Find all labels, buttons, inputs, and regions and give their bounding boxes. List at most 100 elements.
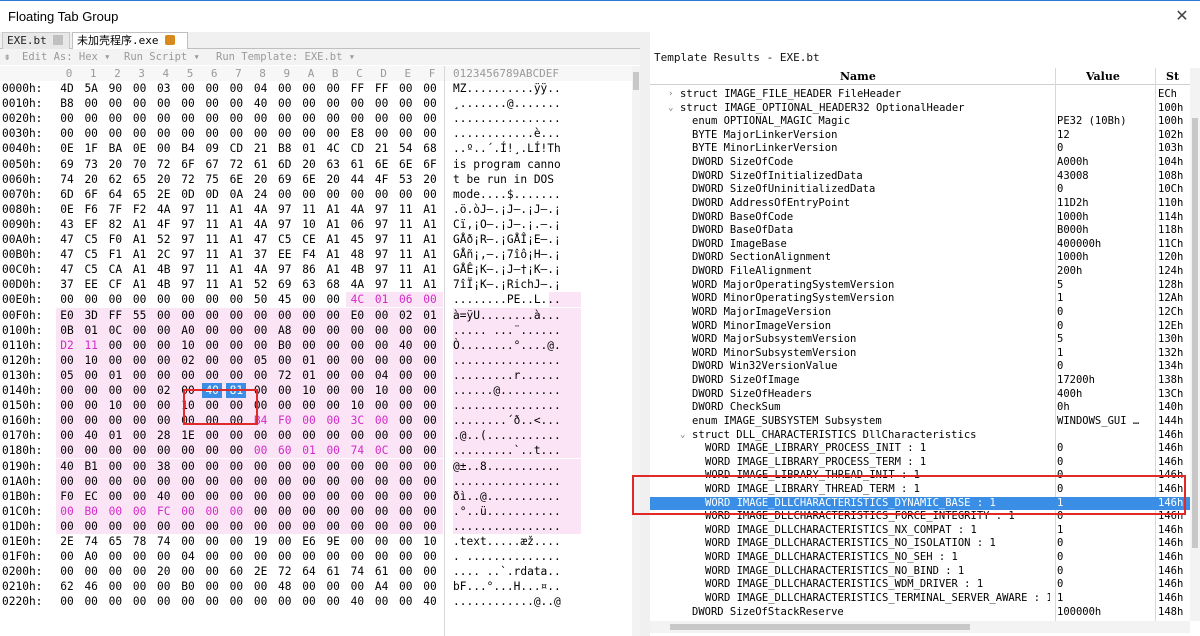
hex-byte[interactable]: 00 (202, 111, 222, 126)
hex-byte[interactable]: 00 (420, 489, 440, 504)
template-field-value[interactable]: A000h (1057, 156, 1152, 170)
hex-byte[interactable]: 75 (202, 172, 222, 187)
hex-byte[interactable]: A1 (226, 232, 246, 247)
hex-byte[interactable]: 00 (347, 549, 367, 564)
hex-byte[interactable]: 00 (372, 338, 392, 353)
ascii-text[interactable]: ..º..´.Í!¸.LÍ!Th (453, 141, 581, 156)
hex-byte[interactable]: 00 (299, 81, 319, 96)
hex-byte[interactable]: 00 (130, 519, 150, 534)
hex-byte[interactable]: 78 (130, 534, 150, 549)
template-row[interactable]: WORD IMAGE_DLLCHARACTERISTICS_WDM_DRIVER… (650, 578, 1190, 592)
hex-byte[interactable]: 97 (178, 277, 198, 292)
hex-byte[interactable]: 00 (202, 368, 222, 383)
hex-byte[interactable]: 00 (299, 338, 319, 353)
hex-byte[interactable]: 4A (154, 202, 174, 217)
hex-byte[interactable]: 00 (323, 398, 343, 413)
hex-byte[interactable]: 00 (154, 474, 174, 489)
hex-byte[interactable]: 00 (372, 126, 392, 141)
hex-byte[interactable]: A1 (420, 202, 440, 217)
template-field-value[interactable]: 0 (1057, 565, 1152, 579)
hex-byte[interactable]: 00 (251, 474, 271, 489)
hex-byte[interactable]: 00 (372, 519, 392, 534)
hex-byte[interactable]: 2E (57, 534, 77, 549)
hex-byte[interactable]: 00 (130, 549, 150, 564)
template-row[interactable]: DWORD SizeOfInitializedData 43008 108h (650, 170, 1190, 184)
ascii-text[interactable]: Cï‚¡O—.¡J—.¡.—.¡ (453, 217, 581, 232)
ascii-text[interactable]: is program canno (453, 157, 581, 172)
hex-byte[interactable]: 37 (251, 247, 271, 262)
hex-byte[interactable]: 11 (396, 232, 416, 247)
ascii-text[interactable]: ........PE..L... (453, 292, 581, 307)
hex-byte[interactable]: 72 (226, 157, 246, 172)
template-row[interactable]: DWORD SectionAlignment 1000h 120h (650, 251, 1190, 265)
hex-byte[interactable]: 24 (251, 187, 271, 202)
hex-byte[interactable]: 00 (202, 459, 222, 474)
hex-byte[interactable]: 43 (57, 217, 77, 232)
ascii-text[interactable]: .text.....æž.... (453, 534, 581, 549)
hex-byte[interactable]: 20 (105, 157, 125, 172)
hex-byte[interactable]: 00 (347, 353, 367, 368)
hex-byte[interactable]: C5 (275, 232, 295, 247)
hex-byte[interactable]: 40 (154, 489, 174, 504)
hex-byte[interactable]: 40 (251, 96, 271, 111)
hex-byte[interactable]: 00 (130, 398, 150, 413)
hex-byte[interactable]: 00 (81, 519, 101, 534)
hex-byte[interactable]: 00 (323, 111, 343, 126)
hex-byte[interactable]: 63 (323, 157, 343, 172)
hex-byte[interactable]: 00 (226, 534, 246, 549)
hex-byte[interactable]: 0E (57, 141, 77, 156)
hex-byte[interactable]: 00 (323, 428, 343, 443)
hex-byte[interactable]: 2C (154, 247, 174, 262)
hex-byte[interactable]: 00 (299, 549, 319, 564)
hex-byte[interactable]: 11 (396, 262, 416, 277)
hex-byte[interactable]: 11 (81, 338, 101, 353)
hex-byte[interactable]: 10 (178, 338, 198, 353)
hex-byte[interactable]: 00 (275, 549, 295, 564)
template-field-value[interactable]: PE32 (10Bh) (1057, 115, 1152, 129)
hex-byte[interactable]: 00 (396, 383, 416, 398)
template-row[interactable]: WORD IMAGE_LIBRARY_PROCESS_TERM : 1 0 146h (650, 456, 1190, 470)
template-row[interactable]: BYTE MajorLinkerVersion 12 102h (650, 129, 1190, 143)
hex-byte[interactable]: 38 (154, 459, 174, 474)
hex-byte[interactable]: 00 (178, 459, 198, 474)
hex-byte[interactable]: 02 (396, 308, 416, 323)
hex-byte[interactable]: 00 (299, 126, 319, 141)
template-row[interactable]: WORD IMAGE_DLLCHARACTERISTICS_NX_COMPAT … (650, 524, 1190, 538)
hex-byte[interactable]: EE (275, 247, 295, 262)
hex-byte[interactable]: 00 (299, 292, 319, 307)
hex-byte[interactable]: 74 (81, 534, 101, 549)
hex-byte[interactable]: 00 (57, 353, 77, 368)
hex-byte[interactable]: 00 (420, 579, 440, 594)
template-field-value[interactable]: 1000h (1057, 211, 1152, 225)
hex-byte[interactable]: 00 (420, 111, 440, 126)
hex-byte[interactable]: A1 (420, 247, 440, 262)
hex-byte[interactable]: 05 (251, 353, 271, 368)
hex-byte[interactable]: 00 (323, 504, 343, 519)
hex-byte[interactable]: 04 (251, 81, 271, 96)
hex-byte[interactable]: A0 (81, 549, 101, 564)
hex-byte[interactable]: A1 (130, 262, 150, 277)
hex-byte[interactable]: 00 (226, 489, 246, 504)
hex-byte[interactable]: 01 (372, 292, 392, 307)
hex-byte[interactable]: 00 (251, 489, 271, 504)
template-row[interactable]: DWORD Win32VersionValue 0 134h (650, 360, 1190, 374)
hex-byte[interactable]: 00 (323, 489, 343, 504)
hex-byte[interactable]: 00 (251, 368, 271, 383)
hex-byte[interactable]: 00 (396, 549, 416, 564)
hex-byte[interactable]: B1 (81, 459, 101, 474)
hex-byte[interactable]: 00 (105, 443, 125, 458)
hex-byte[interactable]: 00 (130, 428, 150, 443)
hex-byte[interactable]: 00 (275, 459, 295, 474)
template-field-value[interactable]: 100000h (1057, 606, 1152, 620)
hex-byte[interactable]: B4 (178, 141, 198, 156)
template-field-value[interactable]: 43008 (1057, 170, 1152, 184)
hex-byte[interactable]: 00 (178, 504, 198, 519)
hex-byte[interactable]: A4 (372, 579, 392, 594)
hex-byte[interactable]: 00 (251, 549, 271, 564)
template-horizontal-scrollbar[interactable] (650, 621, 1190, 633)
hex-byte[interactable]: 6E (372, 157, 392, 172)
hex-byte[interactable]: 00 (154, 141, 174, 156)
hex-byte[interactable]: 00 (372, 594, 392, 609)
hex-byte[interactable]: 00 (178, 443, 198, 458)
hex-byte[interactable]: 10 (372, 383, 392, 398)
